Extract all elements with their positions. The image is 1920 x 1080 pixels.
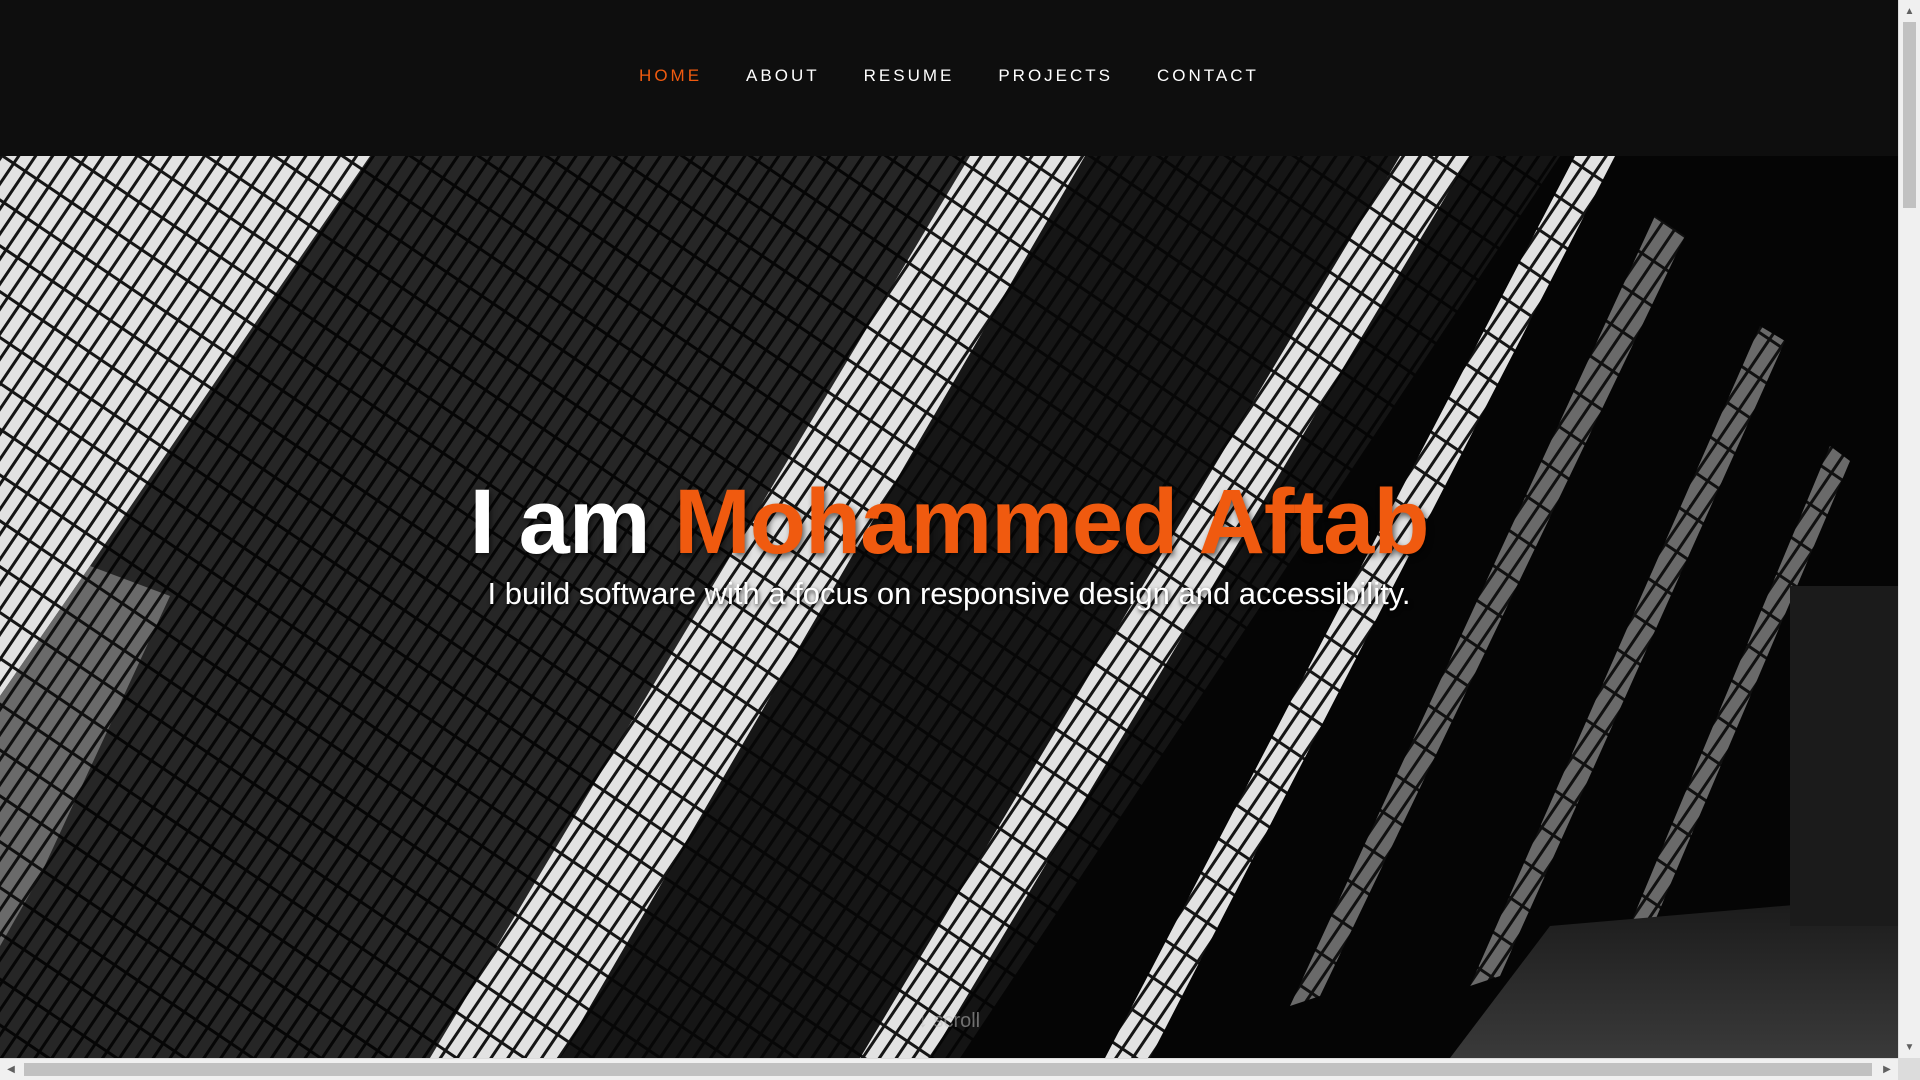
- nav-item-projects: PROJECTS: [998, 66, 1113, 86]
- nav-link-contact[interactable]: CONTACT: [1157, 66, 1259, 85]
- hero-tagline: I build software with a focus on respons…: [487, 576, 1411, 611]
- horizontal-scrollbar[interactable]: ◀ ▶: [0, 1058, 1898, 1080]
- nav-item-resume: RESUME: [864, 66, 955, 86]
- nav-link-resume[interactable]: RESUME: [864, 66, 955, 85]
- scroll-down-arrow-icon[interactable]: ▼: [1899, 1036, 1920, 1058]
- nav-link-projects[interactable]: PROJECTS: [998, 66, 1113, 85]
- scroll-right-arrow-icon[interactable]: ▶: [1876, 1059, 1898, 1080]
- top-navbar: HOME ABOUT RESUME PROJECTS CONTACT: [0, 0, 1898, 156]
- browser-viewport: HOME ABOUT RESUME PROJECTS CONTACT I am …: [0, 0, 1898, 1058]
- scroll-up-arrow-icon[interactable]: ▲: [1899, 0, 1920, 22]
- arrow-down-icon: ↓: [917, 1010, 928, 1032]
- scrollbar-corner: [1898, 1058, 1920, 1080]
- nav-item-about: ABOUT: [746, 66, 820, 86]
- horizontal-scroll-thumb[interactable]: [24, 1063, 1872, 1076]
- hero-headline: I am Mohammed Aftab: [0, 472, 1898, 572]
- scroll-label: scroll: [933, 1010, 981, 1032]
- scroll-left-arrow-icon[interactable]: ◀: [0, 1059, 22, 1080]
- hero-greeting: I am: [469, 471, 650, 573]
- nav-link-home[interactable]: HOME: [639, 66, 702, 85]
- scroll-down-link[interactable]: ↓ scroll: [0, 1010, 1898, 1033]
- vertical-scroll-thumb[interactable]: [1903, 22, 1916, 208]
- nav-menu: HOME ABOUT RESUME PROJECTS CONTACT: [639, 66, 1259, 86]
- nav-item-contact: CONTACT: [1157, 66, 1259, 86]
- hero-name: Mohammed Aftab: [674, 471, 1429, 573]
- nav-item-home: HOME: [639, 66, 702, 86]
- nav-link-about[interactable]: ABOUT: [746, 66, 820, 85]
- hero-section: I am Mohammed Aftab I build software wit…: [0, 156, 1898, 1058]
- hero-content: I am Mohammed Aftab I build software wit…: [0, 156, 1898, 1058]
- vertical-scrollbar[interactable]: ▲ ▼: [1898, 0, 1920, 1058]
